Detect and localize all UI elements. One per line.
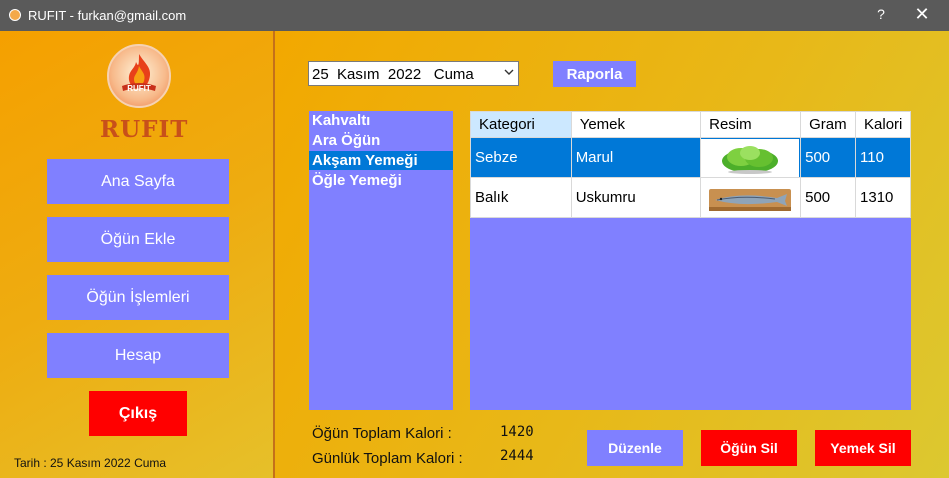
meal-total-value: 1420 (500, 424, 534, 440)
title-bar: RUFIT - furkan@gmail.com ? ✕ (0, 0, 949, 31)
meal-item-snack[interactable]: Ara Öğün (309, 131, 453, 150)
cell-image[interactable] (700, 177, 802, 218)
cell-food[interactable]: Uskumru (570, 177, 702, 218)
delete-meal-button[interactable]: Öğün Sil (701, 430, 797, 466)
close-button[interactable]: ✕ (912, 4, 932, 25)
cell-category[interactable]: Sebze (470, 137, 572, 178)
cell-category[interactable]: Balık (470, 177, 572, 218)
window-title: RUFIT - furkan@gmail.com (28, 8, 187, 23)
table-row[interactable]: Balık Uskumru 500 1310 (470, 177, 911, 218)
food-grid[interactable]: Kategori Yemek Resim Gram Kalori Sebze M… (470, 111, 911, 410)
meal-item-lunch[interactable]: Öğle Yemeği (309, 171, 453, 190)
meal-total-label: Öğün Toplam Kalori : (312, 425, 452, 442)
meal-list[interactable]: Kahvaltı Ara Öğün Akşam Yemeği Öğle Yeme… (309, 111, 453, 410)
meal-operations-button[interactable]: Öğün İşlemleri (47, 275, 229, 320)
exit-button[interactable]: Çıkış (89, 391, 187, 436)
daily-total-value: 2444 (500, 448, 534, 464)
report-button[interactable]: Raporla (553, 61, 636, 87)
column-header-food[interactable]: Yemek (570, 111, 702, 138)
help-button[interactable]: ? (873, 6, 889, 22)
meal-item-dinner[interactable]: Akşam Yemeği (309, 151, 453, 170)
date-picker-value: 25 Kasım 2022 Cuma (312, 66, 474, 83)
cell-gram[interactable]: 500 (800, 177, 857, 218)
account-button[interactable]: Hesap (47, 333, 229, 378)
column-header-gram[interactable]: Gram (800, 111, 857, 138)
grid-header-row: Kategori Yemek Resim Gram Kalori (470, 111, 911, 138)
rufit-logo-icon: RUFIT (107, 44, 171, 108)
chevron-down-icon[interactable] (503, 65, 515, 82)
app-icon (9, 9, 21, 21)
cell-gram[interactable]: 500 (800, 137, 857, 178)
column-header-calorie[interactable]: Kalori (855, 111, 911, 138)
delete-food-button[interactable]: Yemek Sil (815, 430, 911, 466)
mackerel-image (701, 178, 800, 217)
meal-item-breakfast[interactable]: Kahvaltı (309, 111, 453, 130)
edit-button[interactable]: Düzenle (587, 430, 683, 466)
column-header-category[interactable]: Kategori (470, 111, 572, 138)
home-button[interactable]: Ana Sayfa (47, 159, 229, 204)
logo-badge-text: RUFIT (127, 84, 151, 93)
logo-text: RUFIT (100, 116, 189, 143)
table-row[interactable]: Sebze Marul 500 110 (470, 137, 911, 178)
date-label: Tarih : 25 Kasım 2022 Cuma (14, 456, 167, 470)
cell-food[interactable]: Marul (570, 137, 702, 178)
cell-calorie[interactable]: 110 (855, 137, 911, 178)
cell-calorie[interactable]: 1310 (855, 177, 911, 218)
column-header-image[interactable]: Resim (700, 111, 802, 138)
lettuce-image (701, 138, 800, 177)
daily-total-label: Günlük Toplam Kalori : (312, 450, 463, 467)
date-picker[interactable]: 25 Kasım 2022 Cuma (308, 61, 519, 86)
add-meal-button[interactable]: Öğün Ekle (47, 217, 229, 262)
cell-image[interactable] (700, 137, 802, 178)
